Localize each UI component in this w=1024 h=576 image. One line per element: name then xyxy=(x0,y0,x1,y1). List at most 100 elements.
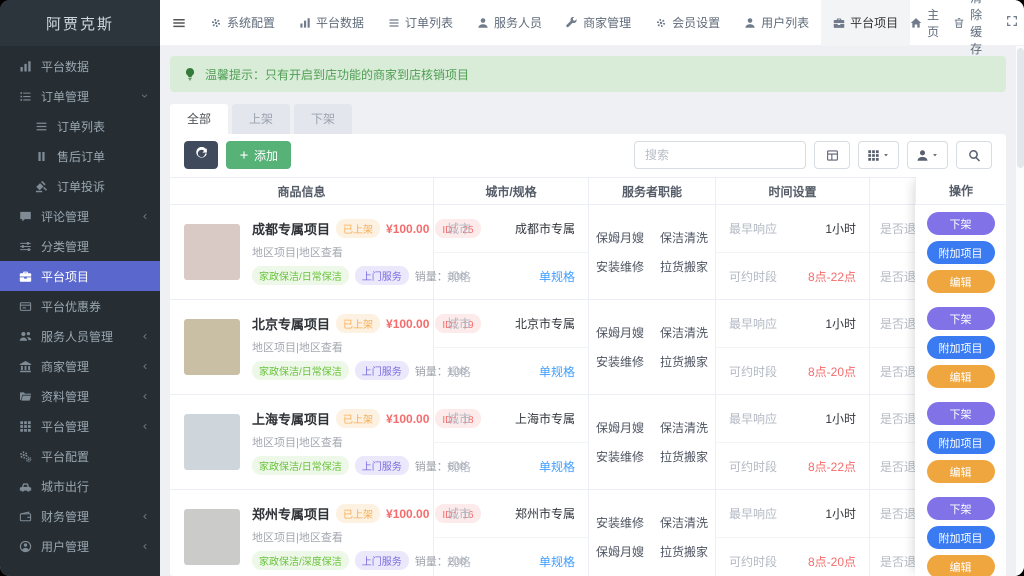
clear-cache-label: 清除缓存 xyxy=(970,0,992,57)
chart-icon xyxy=(299,17,311,29)
tab-all[interactable]: 全部 xyxy=(170,104,228,134)
sidebar-menu: 平台数据订单管理订单列表售后订单订单投诉评论管理分类管理平台项目平台优惠券服务人… xyxy=(0,46,160,561)
sidebar-item-staff-mgmt[interactable]: 服务人员管理 xyxy=(0,321,160,351)
product-price: ¥100.00 xyxy=(386,412,429,426)
table-header: 商品信息城市/规格服务者职能时间设置 xyxy=(170,177,1006,205)
offline-button[interactable]: 下架 xyxy=(927,212,995,235)
sidebar-item-order-complaint[interactable]: 订单投诉 xyxy=(0,171,160,201)
bookable-hours-value: 8点-22点 xyxy=(808,268,856,285)
role-label: 保洁清洗 xyxy=(660,324,708,341)
product-subtitle: 地区项目|地区查看 xyxy=(252,529,423,545)
field-label: 最早响应 xyxy=(729,220,777,237)
actions-header: 操作 xyxy=(915,177,1006,205)
addon-project-button[interactable]: 附加项目 xyxy=(927,431,995,454)
field-label: 最早响应 xyxy=(729,315,777,332)
actions-cell: 下架附加项目编辑 xyxy=(915,490,1006,576)
add-button[interactable]: 添加 xyxy=(226,141,291,169)
export-button[interactable] xyxy=(907,141,948,169)
grid-icon xyxy=(18,420,33,433)
sidebar-item-order-mgmt[interactable]: 订单管理 xyxy=(0,81,160,111)
card-icon xyxy=(18,300,33,313)
sidebar-item-city-travel[interactable]: 城市出行 xyxy=(0,471,160,501)
menu-toggle-icon[interactable] xyxy=(160,16,198,30)
topnav-item-user-list[interactable]: 用户列表 xyxy=(732,0,821,46)
addon-project-button[interactable]: 附加项目 xyxy=(927,336,995,359)
sidebar-item-platform-config[interactable]: 平台配置 xyxy=(0,441,160,471)
edit-button[interactable]: 编辑 xyxy=(927,365,995,388)
search-input[interactable] xyxy=(634,141,806,169)
status-badge: 已上架 xyxy=(336,314,380,333)
display-toggle-button[interactable] xyxy=(814,141,850,169)
sidebar-item-platform-coupon[interactable]: 平台优惠券 xyxy=(0,291,160,321)
product-title: 北京专属项目 xyxy=(252,314,330,333)
tab-offline[interactable]: 下架 xyxy=(294,104,352,134)
edit-button[interactable]: 编辑 xyxy=(927,460,995,483)
card: 添加 商品信息城市/规格服务者职能时间设置 成都专属项目已上架¥100.00ID… xyxy=(170,134,1006,576)
columns-button[interactable] xyxy=(858,141,899,169)
actions-cell: 下架附加项目编辑 xyxy=(915,395,1006,490)
scrollbar[interactable] xyxy=(1015,46,1024,576)
sidebar-item-aftersale-order[interactable]: 售后订单 xyxy=(0,141,160,171)
topnav: 系统配置平台数据订单列表服务人员商家管理会员设置用户列表平台项目 主页 清除缓存… xyxy=(160,0,1024,46)
addon-project-button[interactable]: 附加项目 xyxy=(927,526,995,549)
sidebar-item-label: 用户管理 xyxy=(41,538,89,555)
edit-button[interactable]: 编辑 xyxy=(927,555,995,576)
topnav-item-platform-items[interactable]: 平台项目 xyxy=(821,0,910,46)
sidebar-item-platform-items[interactable]: 平台项目 xyxy=(0,261,160,291)
search-button[interactable] xyxy=(956,141,992,169)
offline-button[interactable]: 下架 xyxy=(927,307,995,330)
tab-online[interactable]: 上架 xyxy=(232,104,290,134)
sidebar-item-label: 资料管理 xyxy=(41,388,89,405)
sidebar-item-finance-mgmt[interactable]: 财务管理 xyxy=(0,501,160,531)
sidebar-item-label: 平台优惠券 xyxy=(41,298,101,315)
role-label: 安装维修 xyxy=(596,353,644,370)
column-header: 服务者职能 xyxy=(589,178,716,204)
comment-icon xyxy=(18,210,33,223)
product-thumbnail xyxy=(184,224,240,280)
sidebar-item-platform-mgmt[interactable]: 平台管理 xyxy=(0,411,160,441)
bank-icon xyxy=(18,360,33,373)
topnav-item-order-list[interactable]: 订单列表 xyxy=(376,0,465,46)
field-label: 是否退 xyxy=(880,363,916,380)
sidebar-item-platform-data[interactable]: 平台数据 xyxy=(0,51,160,81)
field-label: 可约时段 xyxy=(729,268,777,285)
topnav-item-service-staff[interactable]: 服务人员 xyxy=(465,0,554,46)
topnav-item-member-settings[interactable]: 会员设置 xyxy=(643,0,732,46)
home-link[interactable]: 主页 xyxy=(910,6,939,40)
sidebar-item-comment-mgmt[interactable]: 评论管理 xyxy=(0,201,160,231)
spec-link[interactable]: 单规格 xyxy=(539,553,575,570)
sidebar-item-label: 平台配置 xyxy=(41,448,89,465)
spec-link[interactable]: 单规格 xyxy=(539,268,575,285)
topnav-item-merchant-mgmt[interactable]: 商家管理 xyxy=(554,0,643,46)
sidebar-item-category-mgmt[interactable]: 分类管理 xyxy=(0,231,160,261)
sidebar-item-label: 平台数据 xyxy=(41,58,89,75)
refresh-button[interactable] xyxy=(184,141,218,169)
spec-link[interactable]: 单规格 xyxy=(539,363,575,380)
sidebar-item-order-list[interactable]: 订单列表 xyxy=(0,111,160,141)
field-label: 是否退 xyxy=(880,220,916,237)
addon-project-button[interactable]: 附加项目 xyxy=(927,241,995,264)
topnav-item-system-config[interactable]: 系统配置 xyxy=(198,0,287,46)
topnav-item-label: 平台项目 xyxy=(850,14,898,31)
field-label: 城市 xyxy=(447,410,471,427)
edit-button[interactable]: 编辑 xyxy=(927,270,995,293)
sidebar-item-merchant-mgmt[interactable]: 商家管理 xyxy=(0,351,160,381)
gear-icon xyxy=(655,17,667,29)
status-badge: 已上架 xyxy=(336,504,380,523)
sidebar-item-user-mgmt[interactable]: 用户管理 xyxy=(0,531,160,561)
fullscreen-button[interactable] xyxy=(1006,15,1018,30)
search-icon xyxy=(968,149,981,162)
topnav-item-label: 系统配置 xyxy=(227,14,275,31)
alert-text: 温馨提示：只有开启到店功能的商家到店核销项目 xyxy=(205,66,469,83)
sidebar-item-label: 财务管理 xyxy=(41,508,89,525)
sidebar-item-material-mgmt[interactable]: 资料管理 xyxy=(0,381,160,411)
gear-icon xyxy=(210,17,222,29)
clear-cache-link[interactable]: 清除缓存 xyxy=(953,0,992,57)
topnav-item-platform-data[interactable]: 平台数据 xyxy=(287,0,376,46)
offline-button[interactable]: 下架 xyxy=(927,497,995,520)
scrollbar-thumb[interactable] xyxy=(1017,48,1024,168)
briefcase-icon xyxy=(18,270,33,283)
offline-button[interactable]: 下架 xyxy=(927,402,995,425)
usercircle-icon xyxy=(18,540,33,553)
spec-link[interactable]: 单规格 xyxy=(539,458,575,475)
